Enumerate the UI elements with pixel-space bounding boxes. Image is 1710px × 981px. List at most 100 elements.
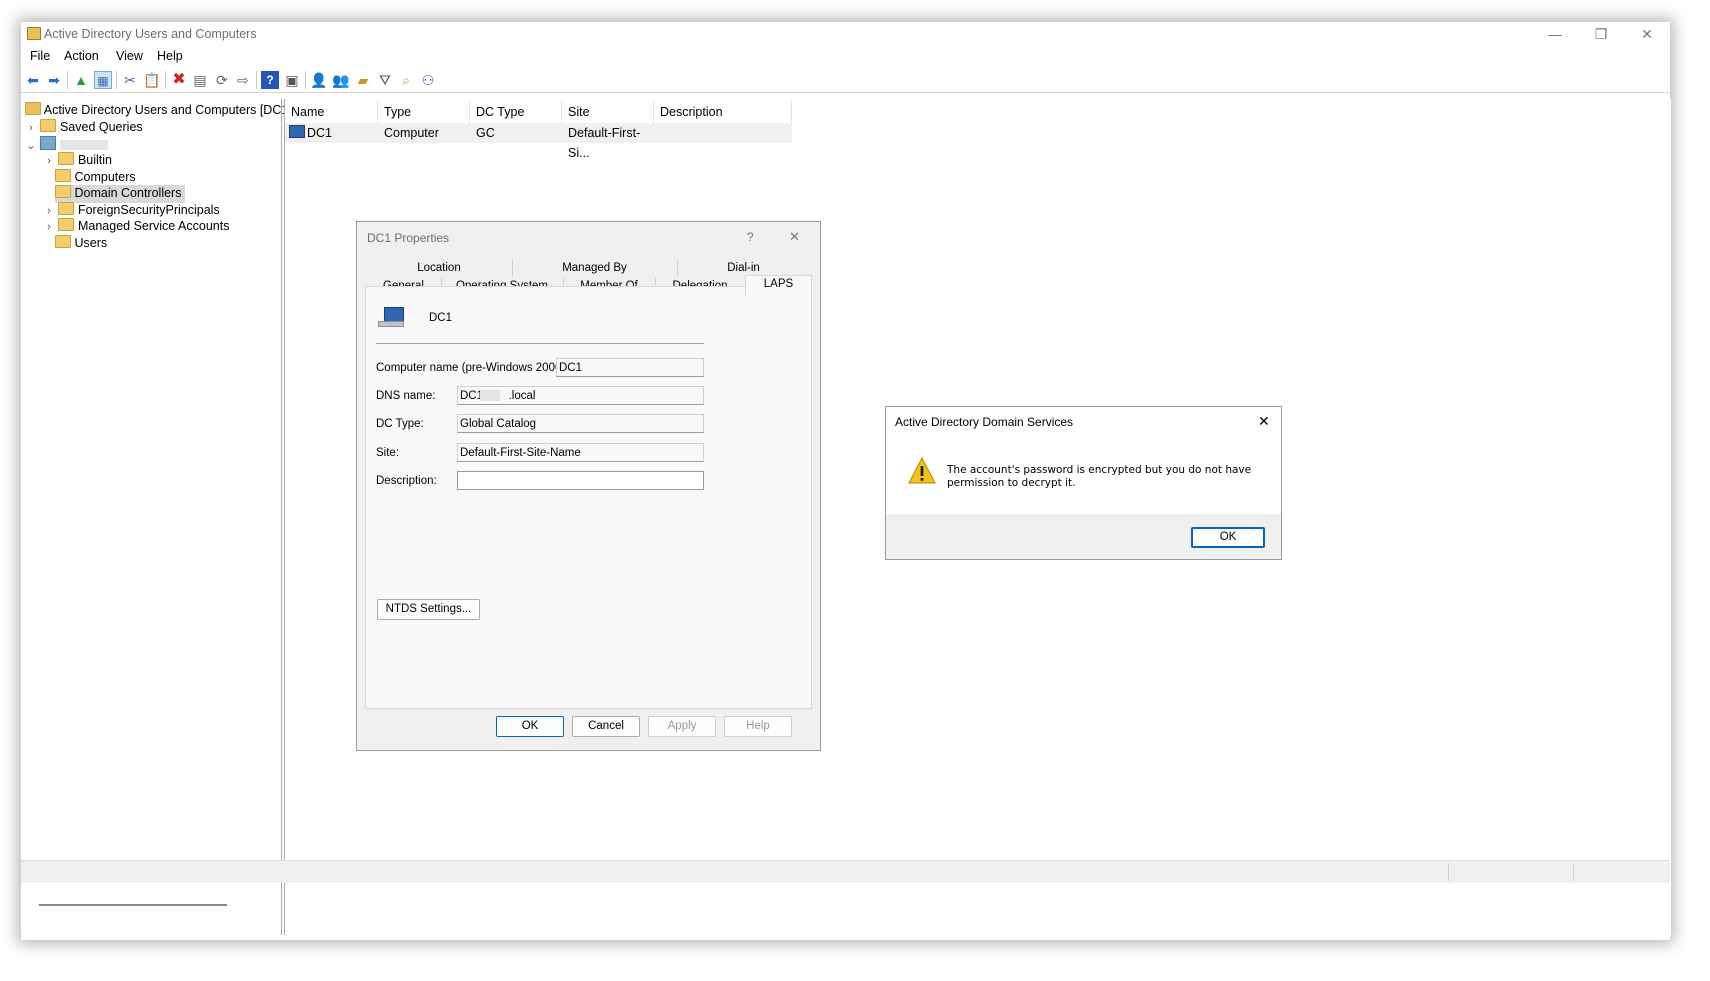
chevron-right-icon[interactable]: ›: [25, 122, 37, 134]
help-icon[interactable]: ?: [261, 71, 279, 89]
menu-file[interactable]: File: [30, 49, 50, 63]
add-to-group-icon[interactable]: ⚇: [419, 71, 437, 89]
site-label: Site:: [376, 447, 400, 459]
tab-panel: DC1 Computer name (pre-Windows 2000): DC…: [365, 286, 812, 709]
refresh-icon[interactable]: ⟳: [213, 71, 231, 89]
chevron-right-icon[interactable]: ›: [43, 221, 55, 233]
properties-icon[interactable]: ▤: [191, 71, 209, 89]
new-ou-icon[interactable]: ▰: [354, 71, 372, 89]
toolbar-separator: [165, 71, 166, 89]
chevron-right-icon[interactable]: ›: [43, 205, 55, 217]
tree-item-label: Saved Queries: [59, 120, 143, 134]
toolbar-separator: [67, 71, 68, 89]
ntds-settings-button[interactable]: NTDS Settings...: [377, 599, 480, 620]
restore-button[interactable]: ❐: [1578, 22, 1624, 46]
cell-site: Default-First-Si...: [562, 123, 654, 160]
description-label: Description:: [376, 475, 437, 487]
tab-location[interactable]: Location: [366, 260, 513, 277]
window-title: Active Directory Users and Computers: [44, 27, 257, 41]
status-divider: [1573, 863, 1574, 881]
folder-icon: [58, 152, 75, 165]
console-icon[interactable]: ▣: [283, 71, 301, 89]
divider: [376, 343, 704, 344]
toolbar-separator: [116, 71, 117, 89]
menu-help[interactable]: Help: [157, 49, 183, 63]
console-tree: Active Directory Users and Computers [DC…: [21, 99, 292, 935]
folder-icon: [58, 202, 75, 215]
column-header-dc-type[interactable]: DC Type: [470, 101, 562, 123]
tab-laps[interactable]: LAPS: [745, 275, 812, 296]
chevron-down-icon[interactable]: ⌄: [25, 139, 37, 152]
filter-icon[interactable]: ⛛: [376, 71, 394, 89]
close-button[interactable]: ✕: [1624, 22, 1670, 46]
find-icon[interactable]: ⌕: [397, 71, 415, 89]
tree-item-label: ForeignSecurityPrincipals: [77, 203, 220, 217]
column-header-site[interactable]: Site: [562, 101, 654, 123]
redacted-domain-name: [480, 390, 500, 401]
computer-name-field[interactable]: DC1: [556, 358, 704, 377]
cancel-button[interactable]: Cancel: [572, 716, 640, 737]
cell-description: [654, 123, 792, 143]
column-header-description[interactable]: Description: [654, 101, 792, 123]
column-header-type[interactable]: Type: [378, 101, 470, 123]
dc1-properties-dialog: DC1 Properties ? ✕ Location Managed By D…: [356, 221, 821, 751]
tree-item-builtin[interactable]: › Builtin: [43, 152, 112, 170]
folder-icon: [55, 169, 71, 182]
column-header-name[interactable]: Name: [285, 101, 378, 123]
tree-horizontal-scrollbar[interactable]: [39, 904, 227, 906]
tree-item-managed-service-accounts[interactable]: › Managed Service Accounts: [43, 218, 229, 236]
dns-name-field[interactable]: DC1 .local: [457, 386, 704, 405]
cut-icon[interactable]: ✂: [121, 71, 139, 89]
ok-button[interactable]: OK: [1191, 527, 1265, 548]
toolbar: ⬅ ➡ ▲ ▦ ✂ 📋 ✖ ▤ ⟳ ⇨ ? ▣ 👤 👥 ▰ ⛛ ⌕ ⚇: [21, 68, 1670, 93]
alert-message-line-1: The account's password is encrypted but …: [947, 464, 1252, 476]
toolbar-separator: [256, 71, 257, 89]
menu-action[interactable]: Action: [64, 49, 99, 63]
show-hide-tree-icon[interactable]: ▦: [94, 71, 112, 89]
warning-icon: [908, 456, 936, 485]
computer-icon: [289, 125, 305, 138]
redacted-domain-name: [59, 140, 108, 150]
title-bar: Active Directory Users and Computers — ❐…: [21, 22, 1670, 46]
computer-name-label: Computer name (pre-Windows 2000):: [376, 362, 569, 374]
cell-dc-type: GC: [470, 123, 562, 143]
close-icon[interactable]: ✕: [1258, 413, 1270, 430]
folder-icon: [40, 119, 57, 132]
apply-button[interactable]: Apply: [648, 716, 716, 737]
paste-icon[interactable]: 📋: [143, 71, 161, 89]
tab-managed-by[interactable]: Managed By: [512, 260, 678, 277]
new-user-icon[interactable]: 👤: [310, 71, 328, 89]
tree-root[interactable]: Active Directory Users and Computers [DC…: [25, 102, 292, 120]
delete-icon[interactable]: ✖: [170, 71, 188, 89]
dc-type-field[interactable]: Global Catalog: [457, 414, 704, 433]
export-list-icon[interactable]: ⇨: [234, 71, 252, 89]
menu-view[interactable]: View: [116, 49, 143, 63]
tree-item-label: Computers: [74, 170, 136, 184]
tree-item-users[interactable]: Users: [55, 235, 107, 253]
alert-footer: OK: [886, 514, 1281, 559]
help-button[interactable]: Help: [724, 716, 792, 737]
tree-item-domain-controllers[interactable]: Domain Controllers: [55, 185, 186, 203]
new-group-icon[interactable]: 👥: [332, 71, 350, 89]
tree-item-label: Managed Service Accounts: [77, 219, 230, 233]
description-field[interactable]: [457, 471, 704, 490]
tree-item-saved-queries[interactable]: › Saved Queries: [25, 119, 143, 137]
site-field[interactable]: Default-First-Site-Name: [457, 443, 704, 462]
folder-icon: [55, 185, 71, 198]
close-icon[interactable]: ✕: [789, 229, 800, 245]
help-icon[interactable]: ?: [747, 230, 754, 244]
minimize-button[interactable]: —: [1532, 22, 1578, 46]
main-window: Active Directory Users and Computers — ❐…: [21, 22, 1671, 940]
ok-button[interactable]: OK: [496, 716, 564, 737]
chevron-right-icon[interactable]: ›: [43, 155, 55, 167]
table-row[interactable]: DC1 Computer GC Default-First-Si...: [285, 123, 792, 160]
forward-icon[interactable]: ➡: [45, 71, 63, 89]
object-name: DC1: [429, 312, 453, 324]
dialog-title: DC1 Properties: [367, 231, 450, 245]
toolbar-separator: [305, 71, 306, 89]
up-folder-icon[interactable]: ▲: [72, 71, 90, 89]
back-icon[interactable]: ⬅: [24, 71, 42, 89]
alert-title: Active Directory Domain Services: [895, 415, 1074, 429]
domain-icon: [40, 136, 57, 150]
alert-message-line-2: permission to decrypt it.: [947, 477, 1076, 489]
